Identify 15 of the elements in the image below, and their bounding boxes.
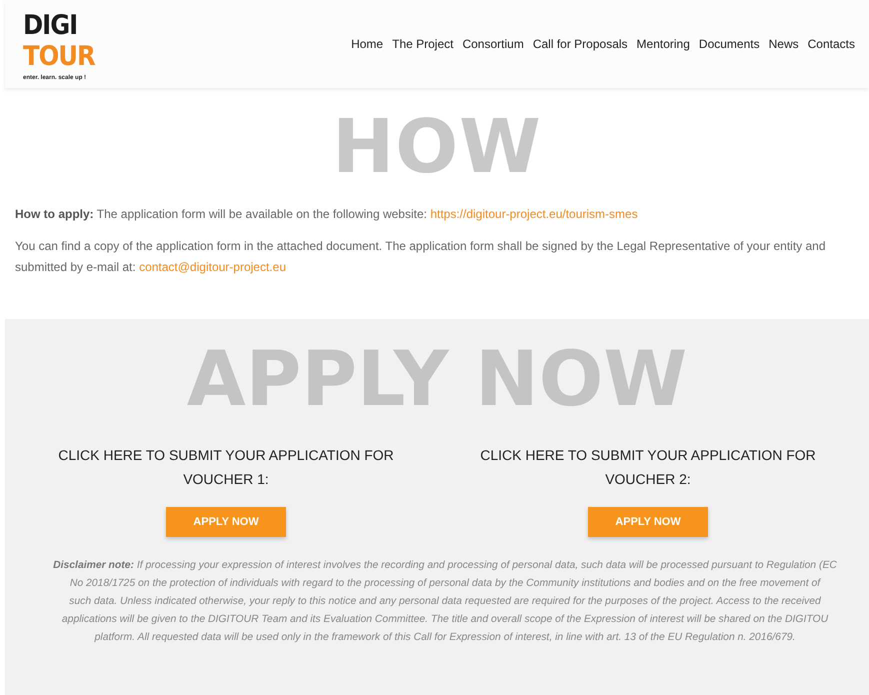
paragraph: You can find a copy of the application form in the attached document. The application form shall be signed by the Legal Representative of your entity and submitted by e-mail at: contact@digitour-project.eu bbox=[15, 238, 827, 276]
disclaimer-text: Disclaimer note: If processing your expression of interest involves the recording and processing of personal data, such data will be processed pursuant to Regulation (EC No 2018/1725 on the protection of individuals with regard to the processing of personal data by the Community institutions and bodies and on the free movement of such data. Unless indicated otherwise, your reply to this notice and any personal data requested are required for the purposes of the project. Access to the received applications will be given to the DIGITOUR Team and its Evaluation Committee. The title and overall scope of the Expression of interest will be shared on the DIGITOU platform. All requested data will be used only in the framework of this Call for Expression of interest, in line with art. 13 of the EU Regulation n. 2016/679. bbox=[52, 559, 838, 646]
voucher-title: CLICK HERE TO SUBMIT YOUR APPLICATION FOR VOUCHER 2: bbox=[479, 446, 817, 490]
nav-link[interactable]: Home bbox=[351, 37, 384, 51]
nav-link[interactable]: Call for Proposals bbox=[532, 37, 628, 51]
voucher-title: CLICK HERE TO SUBMIT YOUR APPLICATION FOR VOUCHER 1: bbox=[57, 446, 395, 490]
paragraph: How to apply: The application form will be available on the following website: https://digitour-project.eu/tourism-smes bbox=[15, 206, 639, 223]
nav-link[interactable]: Mentoring bbox=[636, 37, 690, 51]
nav-link[interactable]: Documents bbox=[698, 37, 760, 51]
logo-text: TOUR bbox=[23, 40, 95, 72]
nav-link[interactable]: Consortium bbox=[462, 37, 524, 51]
nav-link[interactable]: News bbox=[768, 37, 799, 51]
logo-text: DIGI bbox=[23, 10, 78, 40]
nav-link[interactable]: The Project bbox=[392, 37, 454, 51]
nav-link[interactable]: Contacts bbox=[808, 37, 855, 51]
